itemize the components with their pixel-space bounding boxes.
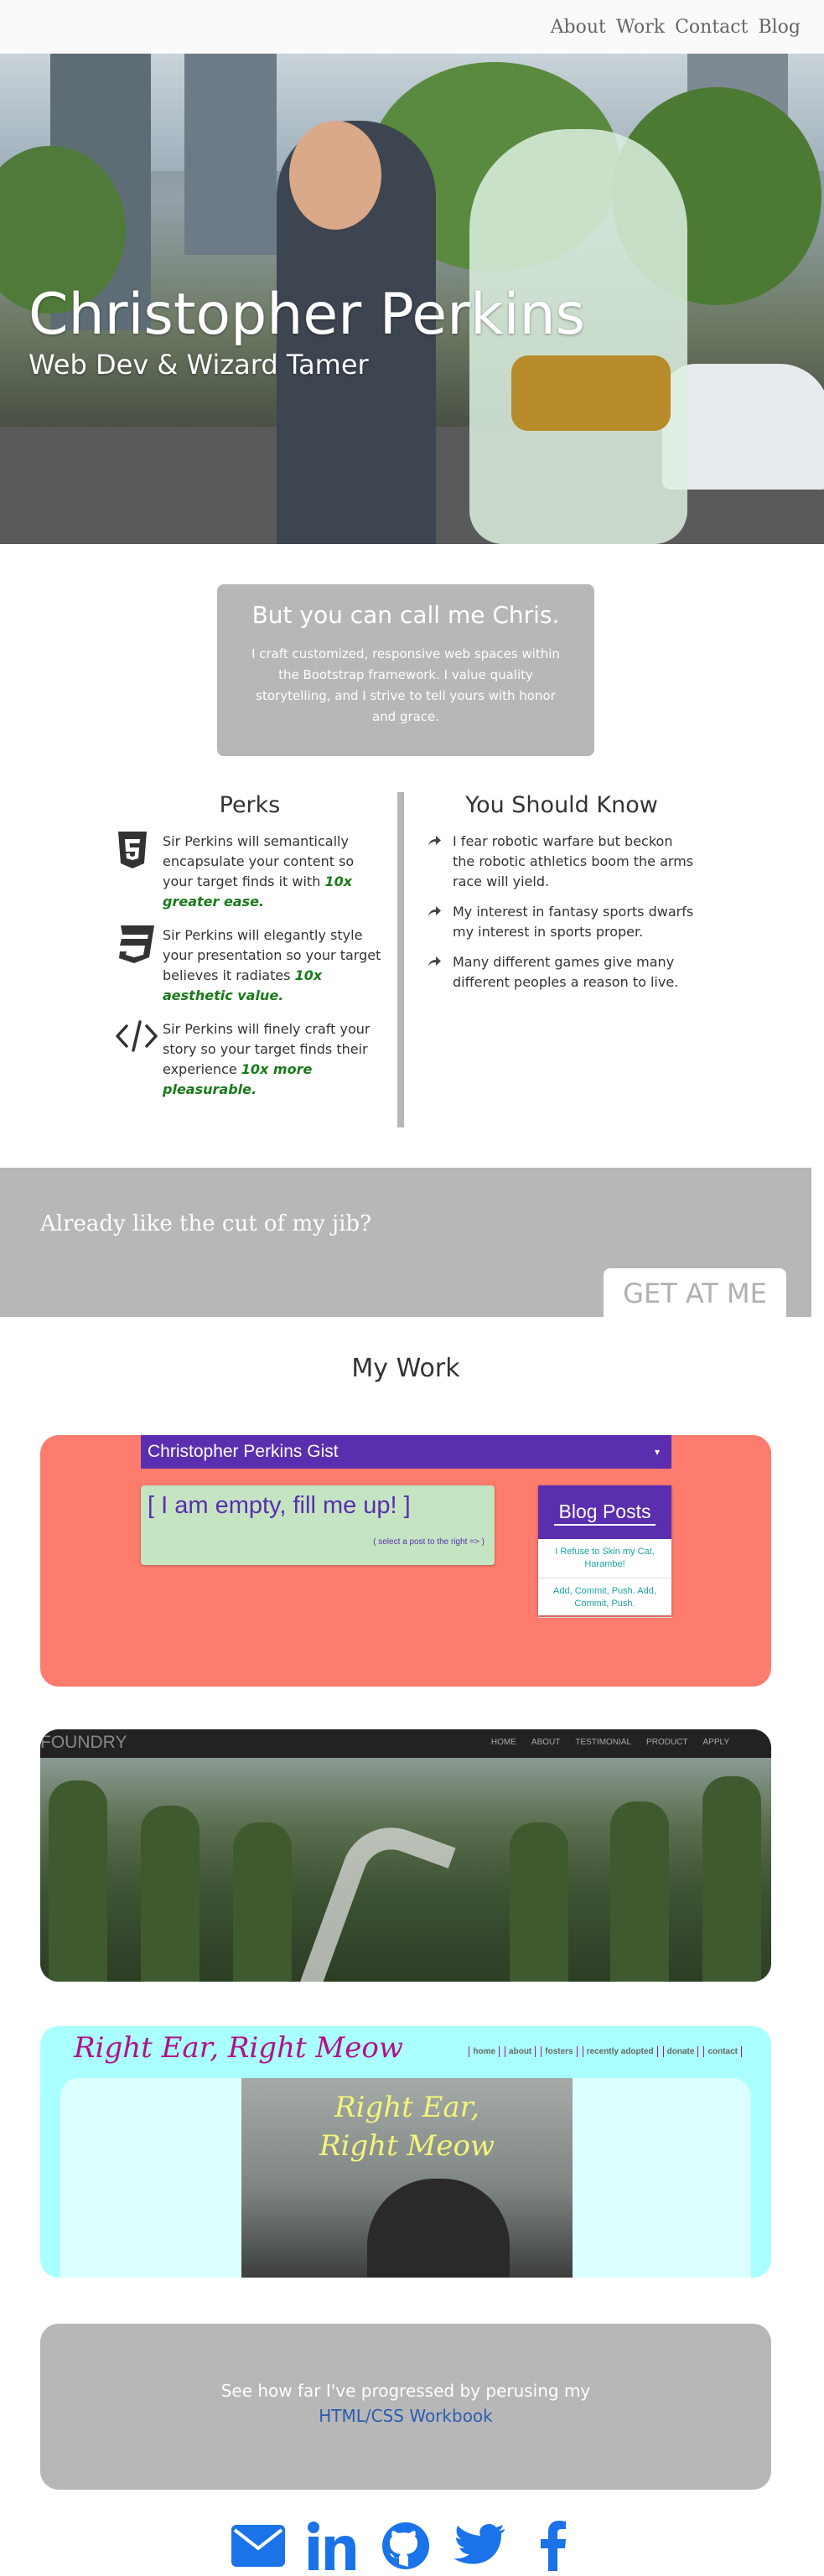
perk-text: Sir Perkins will semantically encapsulat… xyxy=(163,832,384,912)
blog-posts-title: Blog Posts xyxy=(553,1501,656,1526)
perks-title: Perks xyxy=(219,792,281,818)
cat-image-title-line: Right Meow xyxy=(319,2129,495,2163)
blog-posts-panel: Blog Posts I Refuse to Skin my Cat, Hara… xyxy=(538,1485,671,1618)
share-arrow-icon xyxy=(428,832,453,892)
foundry-link-apply: APPLY xyxy=(702,1738,730,1747)
code-icon xyxy=(116,1019,163,1100)
cta-band: Already like the cut of my jib? GET AT M… xyxy=(0,1168,811,1319)
cat-link-donate: donate xyxy=(662,2046,699,2057)
vine-row xyxy=(510,1822,568,1982)
perk-text: Sir Perkins will elegantly style your pr… xyxy=(163,925,384,1006)
perk-item: Sir Perkins will elegantly style your pr… xyxy=(116,925,384,1006)
foundry-link-testimonial: TESTIMONIAL xyxy=(575,1738,632,1747)
twitter-icon[interactable] xyxy=(453,2519,506,2573)
foundry-vineyard-image xyxy=(40,1758,771,1982)
share-arrow-icon xyxy=(428,952,453,993)
cat-image-title: Right Ear, Right Meow xyxy=(241,2088,573,2165)
hero-building xyxy=(184,54,277,255)
know-text: Many different games give many different… xyxy=(453,954,679,990)
nav-links: About Work Contact Blog xyxy=(551,17,801,38)
nav-link-contact[interactable]: Contact xyxy=(675,17,748,38)
vine-row xyxy=(49,1780,107,1982)
gist-title-bar: Christopher Perkins Gist ▾ xyxy=(141,1435,671,1469)
intro-card: But you can call me Chris. I craft custo… xyxy=(217,584,594,756)
know-title: You Should Know xyxy=(465,792,658,818)
get-at-me-button[interactable]: GET AT ME xyxy=(604,1268,786,1319)
cat-link-fosters: fosters xyxy=(541,2046,578,2057)
column-divider xyxy=(397,792,404,1127)
foundry-link-about: ABOUT xyxy=(531,1738,561,1747)
foundry-links: HOME ABOUT TESTIMONIAL PRODUCT APPLY xyxy=(491,1738,729,1747)
perk-item: Sir Perkins will semantically encapsulat… xyxy=(116,832,384,912)
blog-post-item[interactable]: I Refuse to Skin my Cat, Harambe! xyxy=(538,1539,671,1578)
vine-row xyxy=(141,1806,200,1982)
know-item: I fear robotic warfare but beckon the ro… xyxy=(428,832,696,892)
hero-title: Christopher Perkins xyxy=(29,282,585,348)
foundry-nav: FOUNDRY HOME ABOUT TESTIMONIAL PRODUCT A… xyxy=(40,1729,771,1758)
nav-link-blog[interactable]: Blog xyxy=(758,17,801,38)
hero-subtitle: Web Dev & Wizard Tamer xyxy=(29,349,369,381)
project-gist[interactable]: Christopher Perkins Gist ▾ [ I am empty,… xyxy=(40,1435,771,1687)
cat-image-title-line: Right Ear, xyxy=(334,2091,480,2124)
gist-hint: ( select a post to the right => ) xyxy=(373,1537,485,1547)
github-icon[interactable] xyxy=(379,2519,433,2573)
cat-site-title: Right Ear, Right Meow xyxy=(74,2031,403,2065)
social-links xyxy=(0,2519,811,2573)
foundry-link-product: PRODUCT xyxy=(646,1738,688,1747)
cat-silhouette xyxy=(367,2179,510,2278)
facebook-icon[interactable] xyxy=(526,2519,580,2573)
foundry-logo: FOUNDRY xyxy=(40,1733,127,1752)
nav-link-work[interactable]: Work xyxy=(616,17,665,38)
project-right-ear-right-meow[interactable]: Right Ear, Right Meow home about fosters… xyxy=(40,2026,771,2278)
nav-link-about[interactable]: About xyxy=(551,17,606,38)
mail-icon[interactable] xyxy=(231,2519,285,2573)
perk-text: Sir Perkins will finely craft your story… xyxy=(163,1019,384,1100)
intro-body: I craft customized, responsive web space… xyxy=(251,646,560,724)
top-nav: About Work Contact Blog xyxy=(0,0,824,54)
html5-icon xyxy=(116,832,163,912)
know-text: I fear robotic warfare but beckon the ro… xyxy=(453,833,694,889)
cat-site-links: home about fosters recently adopted dona… xyxy=(469,2046,742,2057)
know-item: Many different games give many different… xyxy=(428,952,696,993)
cat-link-about: about xyxy=(505,2046,536,2057)
gist-empty-text: [ I am empty, fill me up! ] xyxy=(148,1492,411,1519)
cat-link-contact: contact xyxy=(703,2046,742,2057)
hero-text: Christopher Perkins Web Dev & Wizard Tam… xyxy=(29,282,585,381)
know-text: My interest in fantasy sports dwarfs my … xyxy=(453,904,694,940)
foundry-link-home: HOME xyxy=(490,1738,516,1747)
know-item: My interest in fantasy sports dwarfs my … xyxy=(428,902,696,942)
cat-link-home: home xyxy=(469,2046,500,2057)
linkedin-icon[interactable] xyxy=(305,2519,359,2573)
hero-banner: Christopher Perkins Web Dev & Wizard Tam… xyxy=(0,54,824,544)
perk-item: Sir Perkins will finely craft your story… xyxy=(116,1019,384,1100)
workbook-link[interactable]: HTML/CSS Workbook xyxy=(40,2406,771,2426)
gist-title: Christopher Perkins Gist xyxy=(148,1442,339,1461)
blog-posts-header: Blog Posts xyxy=(538,1485,671,1539)
perk-description: Sir Perkins will elegantly style your pr… xyxy=(163,927,381,983)
vine-row xyxy=(702,1776,761,1982)
workbook-text: See how far I've progressed by perusing … xyxy=(220,2381,591,2401)
caret-down-icon: ▾ xyxy=(654,1446,660,1458)
css3-icon xyxy=(116,925,163,1006)
intro-heading: But you can call me Chris. xyxy=(251,601,560,629)
vine-row xyxy=(610,1801,669,1982)
gist-content-box: [ I am empty, fill me up! ] ( select a p… xyxy=(141,1485,495,1565)
blog-post-item[interactable]: Add, Commit, Push. Add, Commit, Push. xyxy=(538,1578,671,1618)
foundry-f-mark xyxy=(295,1813,456,1982)
hero-person-head xyxy=(289,121,381,230)
cta-text: Already like the cut of my jib? xyxy=(40,1211,372,1236)
my-work-title: My Work xyxy=(351,1354,460,1383)
cat-link-recently-adopted: recently adopted xyxy=(582,2046,658,2057)
share-arrow-icon xyxy=(428,902,453,942)
workbook-card: See how far I've progressed by perusing … xyxy=(40,2324,771,2490)
vine-row xyxy=(233,1822,292,1982)
project-foundry[interactable]: FOUNDRY HOME ABOUT TESTIMONIAL PRODUCT A… xyxy=(40,1729,771,1982)
cat-hero-image: Right Ear, Right Meow xyxy=(241,2078,573,2278)
